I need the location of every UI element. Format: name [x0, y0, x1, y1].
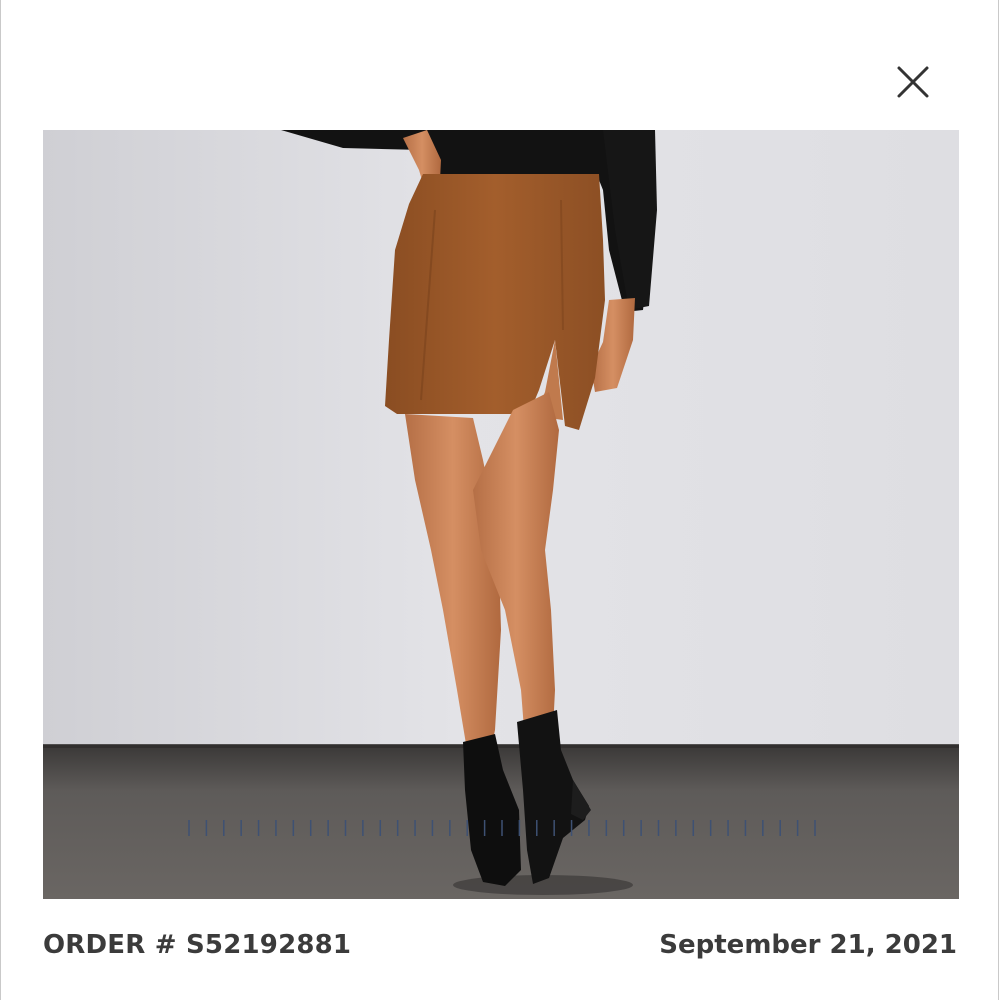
product-photo — [43, 130, 959, 899]
order-date: September 21, 2021 — [659, 930, 957, 960]
order-number: ORDER # S52192881 — [43, 930, 352, 960]
order-detail-modal: ORDER # S52192881 September 21, 2021 — [0, 0, 999, 1000]
close-button[interactable] — [891, 60, 935, 104]
close-icon — [897, 66, 929, 98]
